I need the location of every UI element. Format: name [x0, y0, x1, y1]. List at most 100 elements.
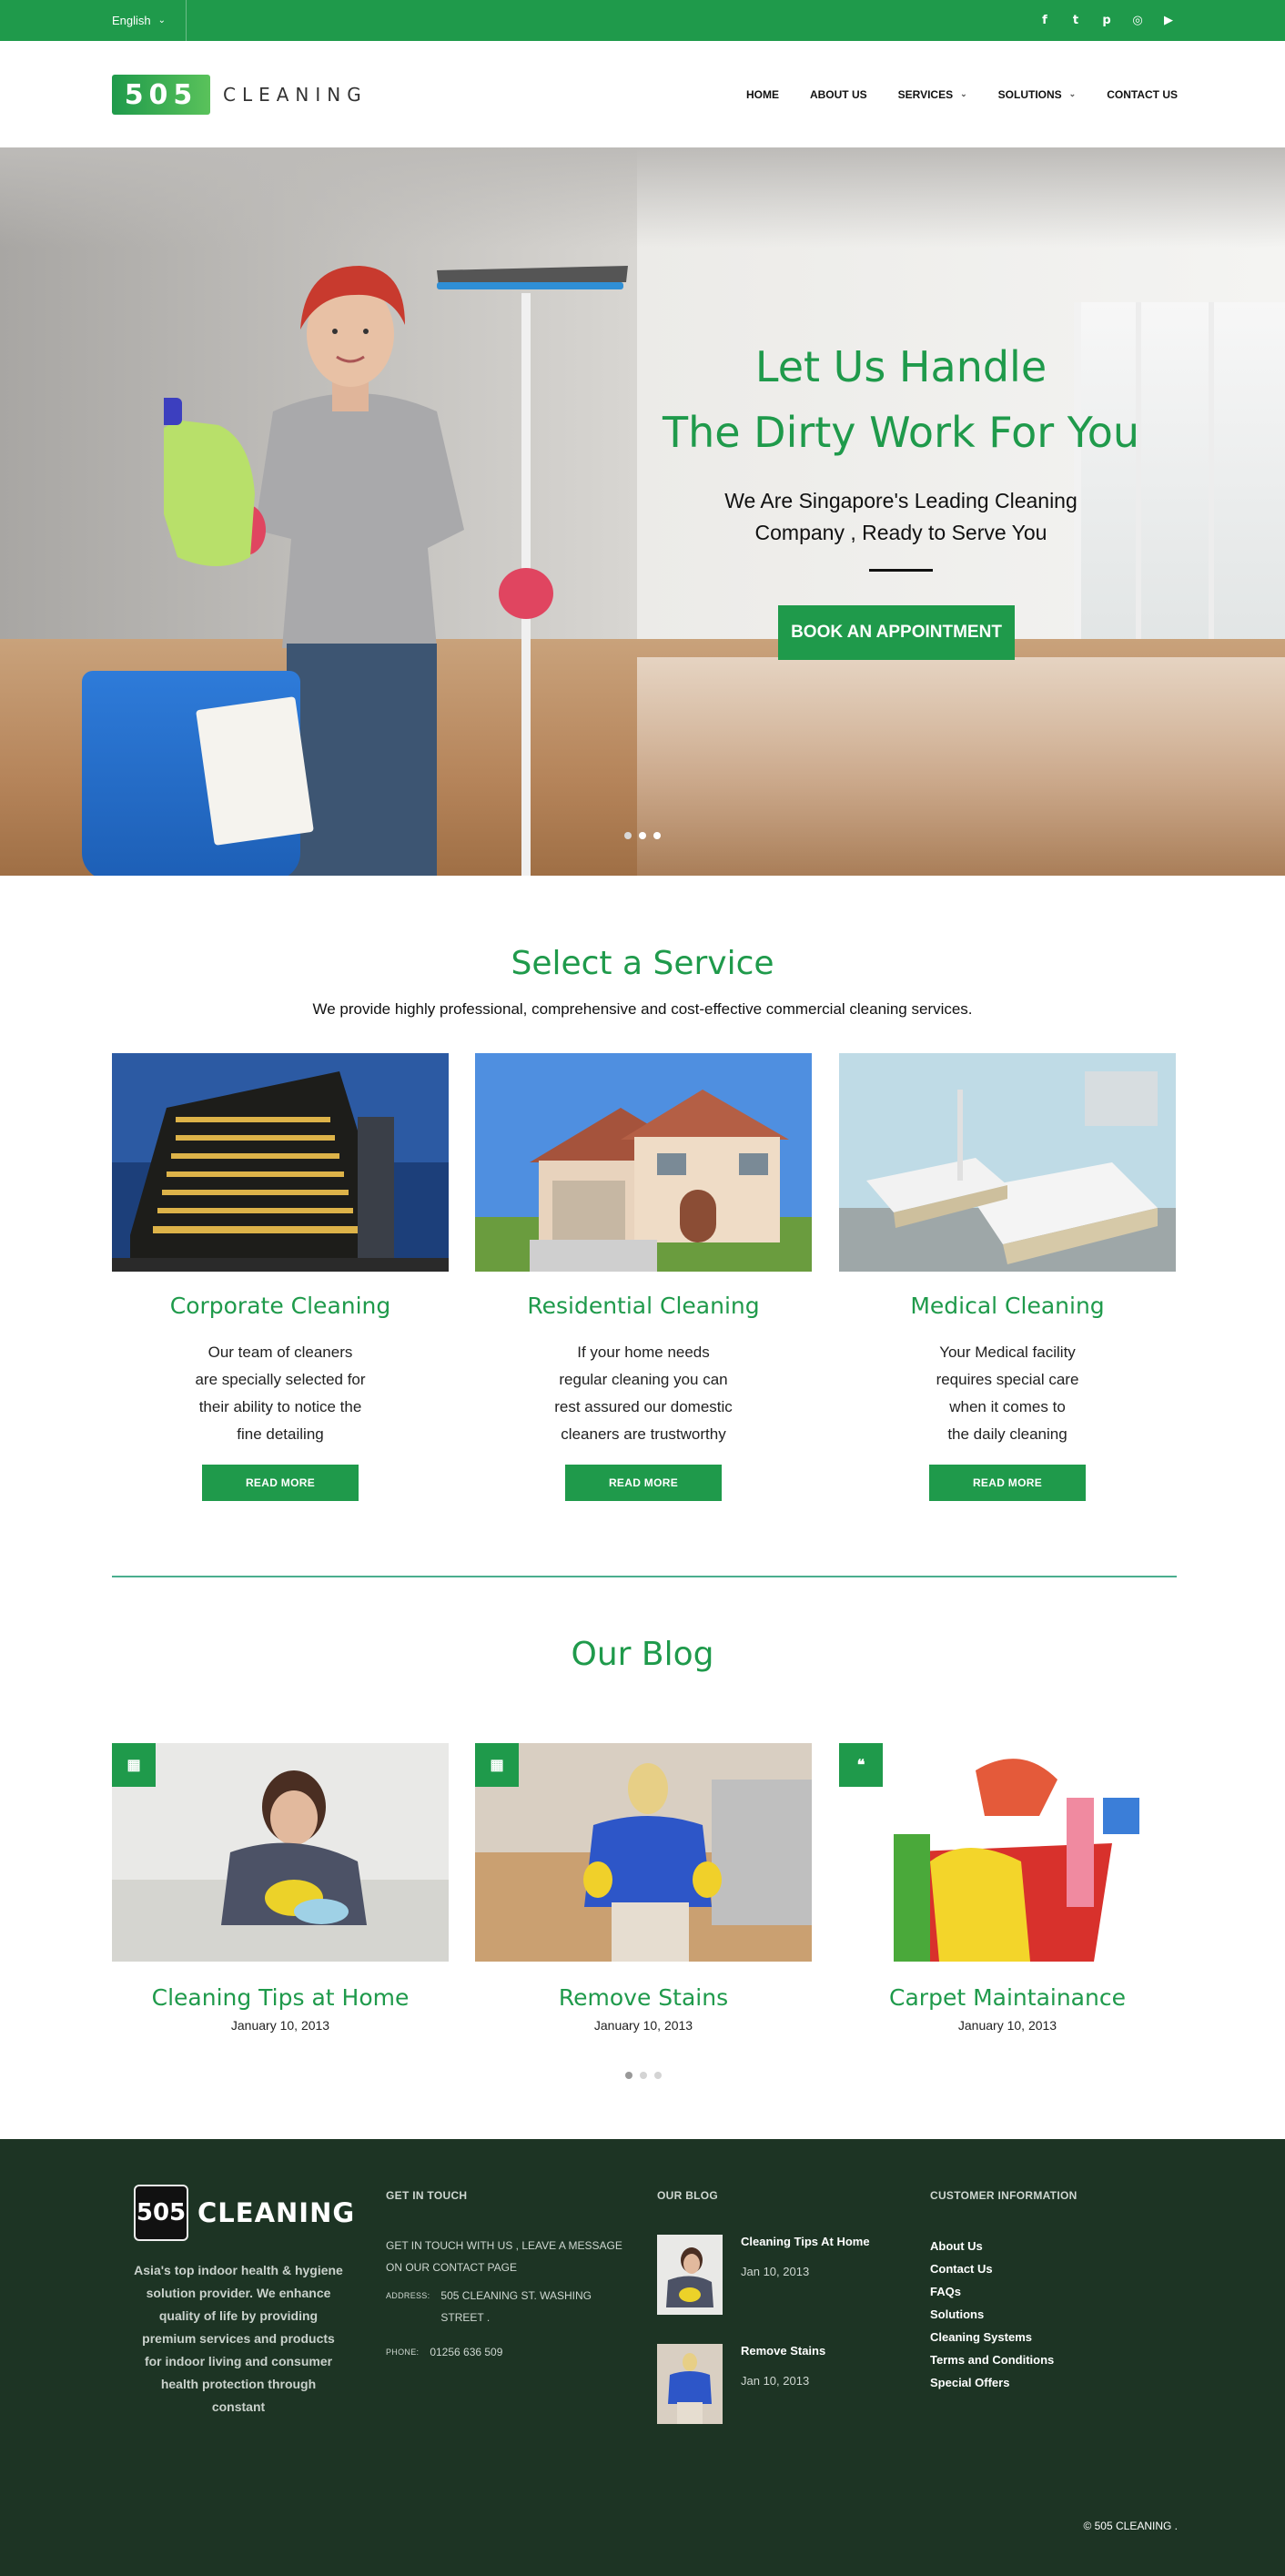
youtube-icon[interactable]: ▶ [1159, 12, 1178, 30]
blog-slider-dots [625, 2072, 662, 2079]
footer-blog-post[interactable]: Remove Stains Jan 10, 2013 [657, 2344, 825, 2424]
slide-dot[interactable] [653, 832, 661, 839]
service-description: Your Medical facility requires special c… [936, 1344, 1079, 1443]
blog-post-title[interactable]: Carpet Maintainance [839, 1984, 1176, 2011]
logo-mark: 505 [112, 75, 210, 115]
site-header: 505 CLEANING HOME ABOUT US SERVICES ⌄ SOL… [0, 41, 1285, 147]
gallery-icon[interactable]: ▦ [112, 1743, 156, 1787]
nav-about-us[interactable]: ABOUT US [810, 88, 867, 101]
blog-post-date: January 10, 2013 [230, 2018, 330, 2033]
service-description: If your home needs regular cleaning you … [554, 1344, 733, 1443]
facebook-icon[interactable]: f [1036, 12, 1054, 30]
address-label: ADDRESS: [386, 2291, 430, 2300]
twitter-icon[interactable]: t [1067, 12, 1085, 30]
top-bar: English ⌄ f t p ◎ ▶ [0, 0, 1285, 41]
footer-about-text: Asia's top indoor health & hygiene solut… [134, 2263, 343, 2414]
blog-image-carpet[interactable]: ❝ [839, 1743, 1176, 1962]
site-logo[interactable]: 505 CLEANING [112, 75, 368, 115]
footer-post-title[interactable]: Remove Stains [741, 2344, 825, 2358]
service-title: Corporate Cleaning [169, 1293, 391, 1319]
footer-logo-mark: 505 [134, 2185, 188, 2241]
footer-heading-get-in-touch: GET IN TOUCH [386, 2189, 468, 2202]
service-title: Residential Cleaning [527, 1293, 760, 1319]
hospital-room-image[interactable] [839, 1053, 1176, 1272]
footer-link-cleaning-systems[interactable]: Cleaning Systems [930, 2326, 1054, 2348]
nav-label: ABOUT US [809, 87, 867, 101]
hero-title-line2: The Dirty Work For You [662, 408, 1140, 457]
blog-post-date: January 10, 2013 [957, 2018, 1057, 2033]
pinterest-icon[interactable]: p [1098, 12, 1116, 30]
read-more-button[interactable]: READ MORE [202, 1465, 359, 1501]
footer-blog-post[interactable]: Cleaning Tips At Home Jan 10, 2013 [657, 2235, 870, 2315]
nav-services[interactable]: SERVICES ⌄ [898, 88, 967, 101]
slide-dot[interactable] [640, 2072, 647, 2079]
hero-subtitle-line2: Company , Ready to Serve You [754, 521, 1047, 544]
footer-logo[interactable]: 505 CLEANING [134, 2185, 355, 2241]
instagram-icon[interactable]: ◎ [1128, 12, 1147, 30]
footer-post-date: Jan 10, 2013 [741, 2265, 810, 2278]
footer-link-about-us[interactable]: About Us [930, 2235, 1054, 2257]
slide-dot-active[interactable] [625, 2072, 632, 2079]
hero-caption: Let Us Handle The Dirty Work For You We … [619, 334, 1183, 572]
hero-slider: Let Us Handle The Dirty Work For You We … [0, 147, 1285, 876]
blog-post-title[interactable]: Remove Stains [475, 1984, 812, 2011]
chevron-down-icon: ⌄ [157, 15, 167, 25]
site-footer: 505 CLEANING Asia's top indoor health & … [0, 2139, 1285, 2576]
blog-title: Our Blog [571, 1636, 714, 1673]
corporate-building-image[interactable] [112, 1053, 449, 1272]
read-more-button[interactable]: READ MORE [565, 1465, 722, 1501]
hero-underline [869, 569, 933, 572]
footer-post-title[interactable]: Cleaning Tips At Home [741, 2235, 870, 2248]
nav-contact-us[interactable]: CONTACT US [1107, 88, 1178, 101]
footer-phone: PHONE: 01256 636 509 [386, 2341, 502, 2363]
footer-link-contact-us[interactable]: Contact Us [930, 2257, 1054, 2280]
footer-post-thumbnail[interactable] [657, 2235, 723, 2315]
footer-link-faqs[interactable]: FAQs [930, 2280, 1054, 2303]
service-card-medical: Medical Cleaning Your Medical facility r… [839, 1053, 1176, 1501]
blog-card: ▦ Cleaning Tips at Home January 10, 2013 [112, 1743, 449, 2033]
chevron-down-icon: ⌄ [1068, 89, 1077, 98]
slide-dot[interactable] [624, 832, 632, 839]
residential-house-image[interactable] [475, 1053, 812, 1272]
service-card-corporate: Corporate Cleaning Our team of cleaners … [112, 1053, 449, 1501]
blog-image-remove-stains[interactable]: ▦ [475, 1743, 812, 1962]
footer-heading-customer-info: CUSTOMER INFORMATION [930, 2189, 1078, 2202]
language-label: English [112, 14, 151, 27]
nav-label: SERVICES [897, 87, 954, 101]
blog-image-cleaning-tips[interactable]: ▦ [112, 1743, 449, 1962]
slide-dot[interactable] [654, 2072, 662, 2079]
blog-post-title[interactable]: Cleaning Tips at Home [112, 1984, 449, 2011]
slide-dot-active[interactable] [639, 832, 646, 839]
gallery-icon[interactable]: ▦ [475, 1743, 519, 1787]
services-subtitle: We provide highly professional, comprehe… [312, 1000, 973, 1018]
nav-label: SOLUTIONS [997, 87, 1062, 101]
read-more-button[interactable]: READ MORE [929, 1465, 1086, 1501]
blog-card: ▦ Remove Stains January 10, 2013 [475, 1743, 812, 2033]
blog-card: ❝ Carpet Maintainance January 10, 2013 [839, 1743, 1176, 2033]
footer-customer-links: About Us Contact Us FAQs Solutions Clean… [930, 2235, 1054, 2394]
footer-link-terms[interactable]: Terms and Conditions [930, 2348, 1054, 2371]
footer-logo-text: CLEANING [197, 2197, 356, 2228]
hero-floor-shine [637, 657, 1285, 876]
nav-home[interactable]: HOME [746, 88, 779, 101]
phone-value[interactable]: 01256 636 509 [430, 2341, 502, 2363]
footer-address: ADDRESS: 505 CLEANING ST. WASHING STREET… [386, 2285, 592, 2328]
nav-solutions[interactable]: SOLUTIONS ⌄ [998, 88, 1077, 101]
book-appointment-button[interactable]: BOOK AN APPOINTMENT [778, 605, 1015, 660]
footer-post-thumbnail[interactable] [657, 2344, 723, 2424]
chevron-down-icon: ⌄ [960, 89, 967, 98]
footer-link-special-offers[interactable]: Special Offers [930, 2371, 1054, 2394]
copyright: © 505 CLEANING . [1083, 2520, 1178, 2532]
language-selector[interactable]: English ⌄ [112, 0, 187, 41]
hero-title-line1: Let Us Handle [754, 342, 1047, 391]
footer-touch-text: GET IN TOUCH WITH US , LEAVE A MESSAGE O… [386, 2239, 622, 2274]
blog-post-date: January 10, 2013 [593, 2018, 693, 2033]
footer-heading-our-blog: OUR BLOG [657, 2189, 719, 2202]
nav-label: HOME [745, 87, 779, 101]
service-card-residential: Residential Cleaning If your home needs … [475, 1053, 812, 1501]
hero-subtitle-line1: We Are Singapore's Leading Cleaning [724, 489, 1078, 512]
footer-link-solutions[interactable]: Solutions [930, 2303, 1054, 2326]
phone-label: PHONE: [386, 2348, 420, 2357]
quote-icon[interactable]: ❝ [839, 1743, 883, 1787]
service-title: Medical Cleaning [910, 1293, 1105, 1319]
